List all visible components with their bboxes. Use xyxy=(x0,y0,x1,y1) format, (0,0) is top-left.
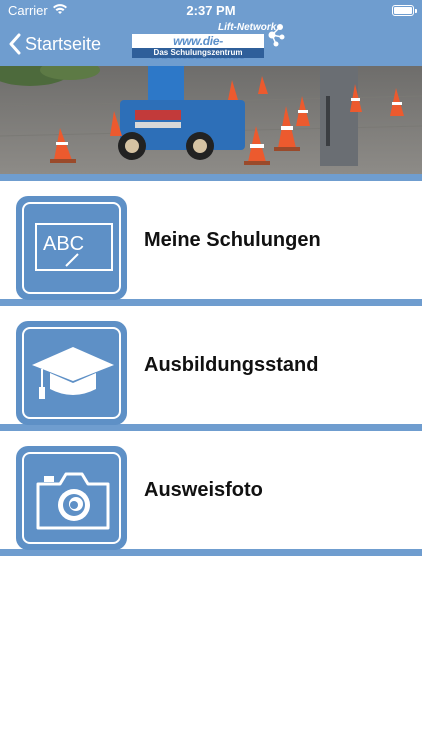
menu-item-label: Meine Schulungen xyxy=(144,228,321,251)
logo-tagline: Das Schulungszentrum xyxy=(132,48,264,58)
board-text: ABC xyxy=(43,233,84,255)
back-label: Startseite xyxy=(25,33,102,54)
logo: Lift-Network www.die-arbeitsbuehne.de Da… xyxy=(132,22,292,66)
chevron-left-icon xyxy=(9,33,21,55)
menu-item-ausweisfoto[interactable]: Ausweisfoto xyxy=(0,431,422,550)
menu-item-label: Ausweisfoto xyxy=(144,478,263,501)
divider xyxy=(0,549,422,556)
abc-board-icon: ABC xyxy=(16,196,127,300)
back-button[interactable]: Startseite xyxy=(8,30,101,58)
menu-item-meine-schulungen[interactable]: ABC Meine Schulungen xyxy=(0,181,422,300)
camera-icon xyxy=(16,446,127,550)
menu-item-label: Ausbildungsstand xyxy=(144,353,319,376)
menu-list: ABC Meine Schulungen Ausbildungsstand Au… xyxy=(0,174,422,556)
divider xyxy=(0,174,422,181)
logo-brand-text: www.die-arbeitsbuehne.de xyxy=(132,34,264,62)
navigation-bar: Startseite Lift-Network www.die-arbeitsb… xyxy=(0,22,422,66)
clock: 2:37 PM xyxy=(186,3,236,18)
graduation-cap-icon xyxy=(16,321,127,425)
divider xyxy=(0,424,422,431)
status-bar: Carrier 2:37 PM xyxy=(0,0,422,22)
menu-item-ausbildungsstand[interactable]: Ausbildungsstand xyxy=(0,306,422,425)
battery-icon xyxy=(392,5,417,16)
hero-photo xyxy=(0,66,422,174)
divider xyxy=(0,299,422,306)
